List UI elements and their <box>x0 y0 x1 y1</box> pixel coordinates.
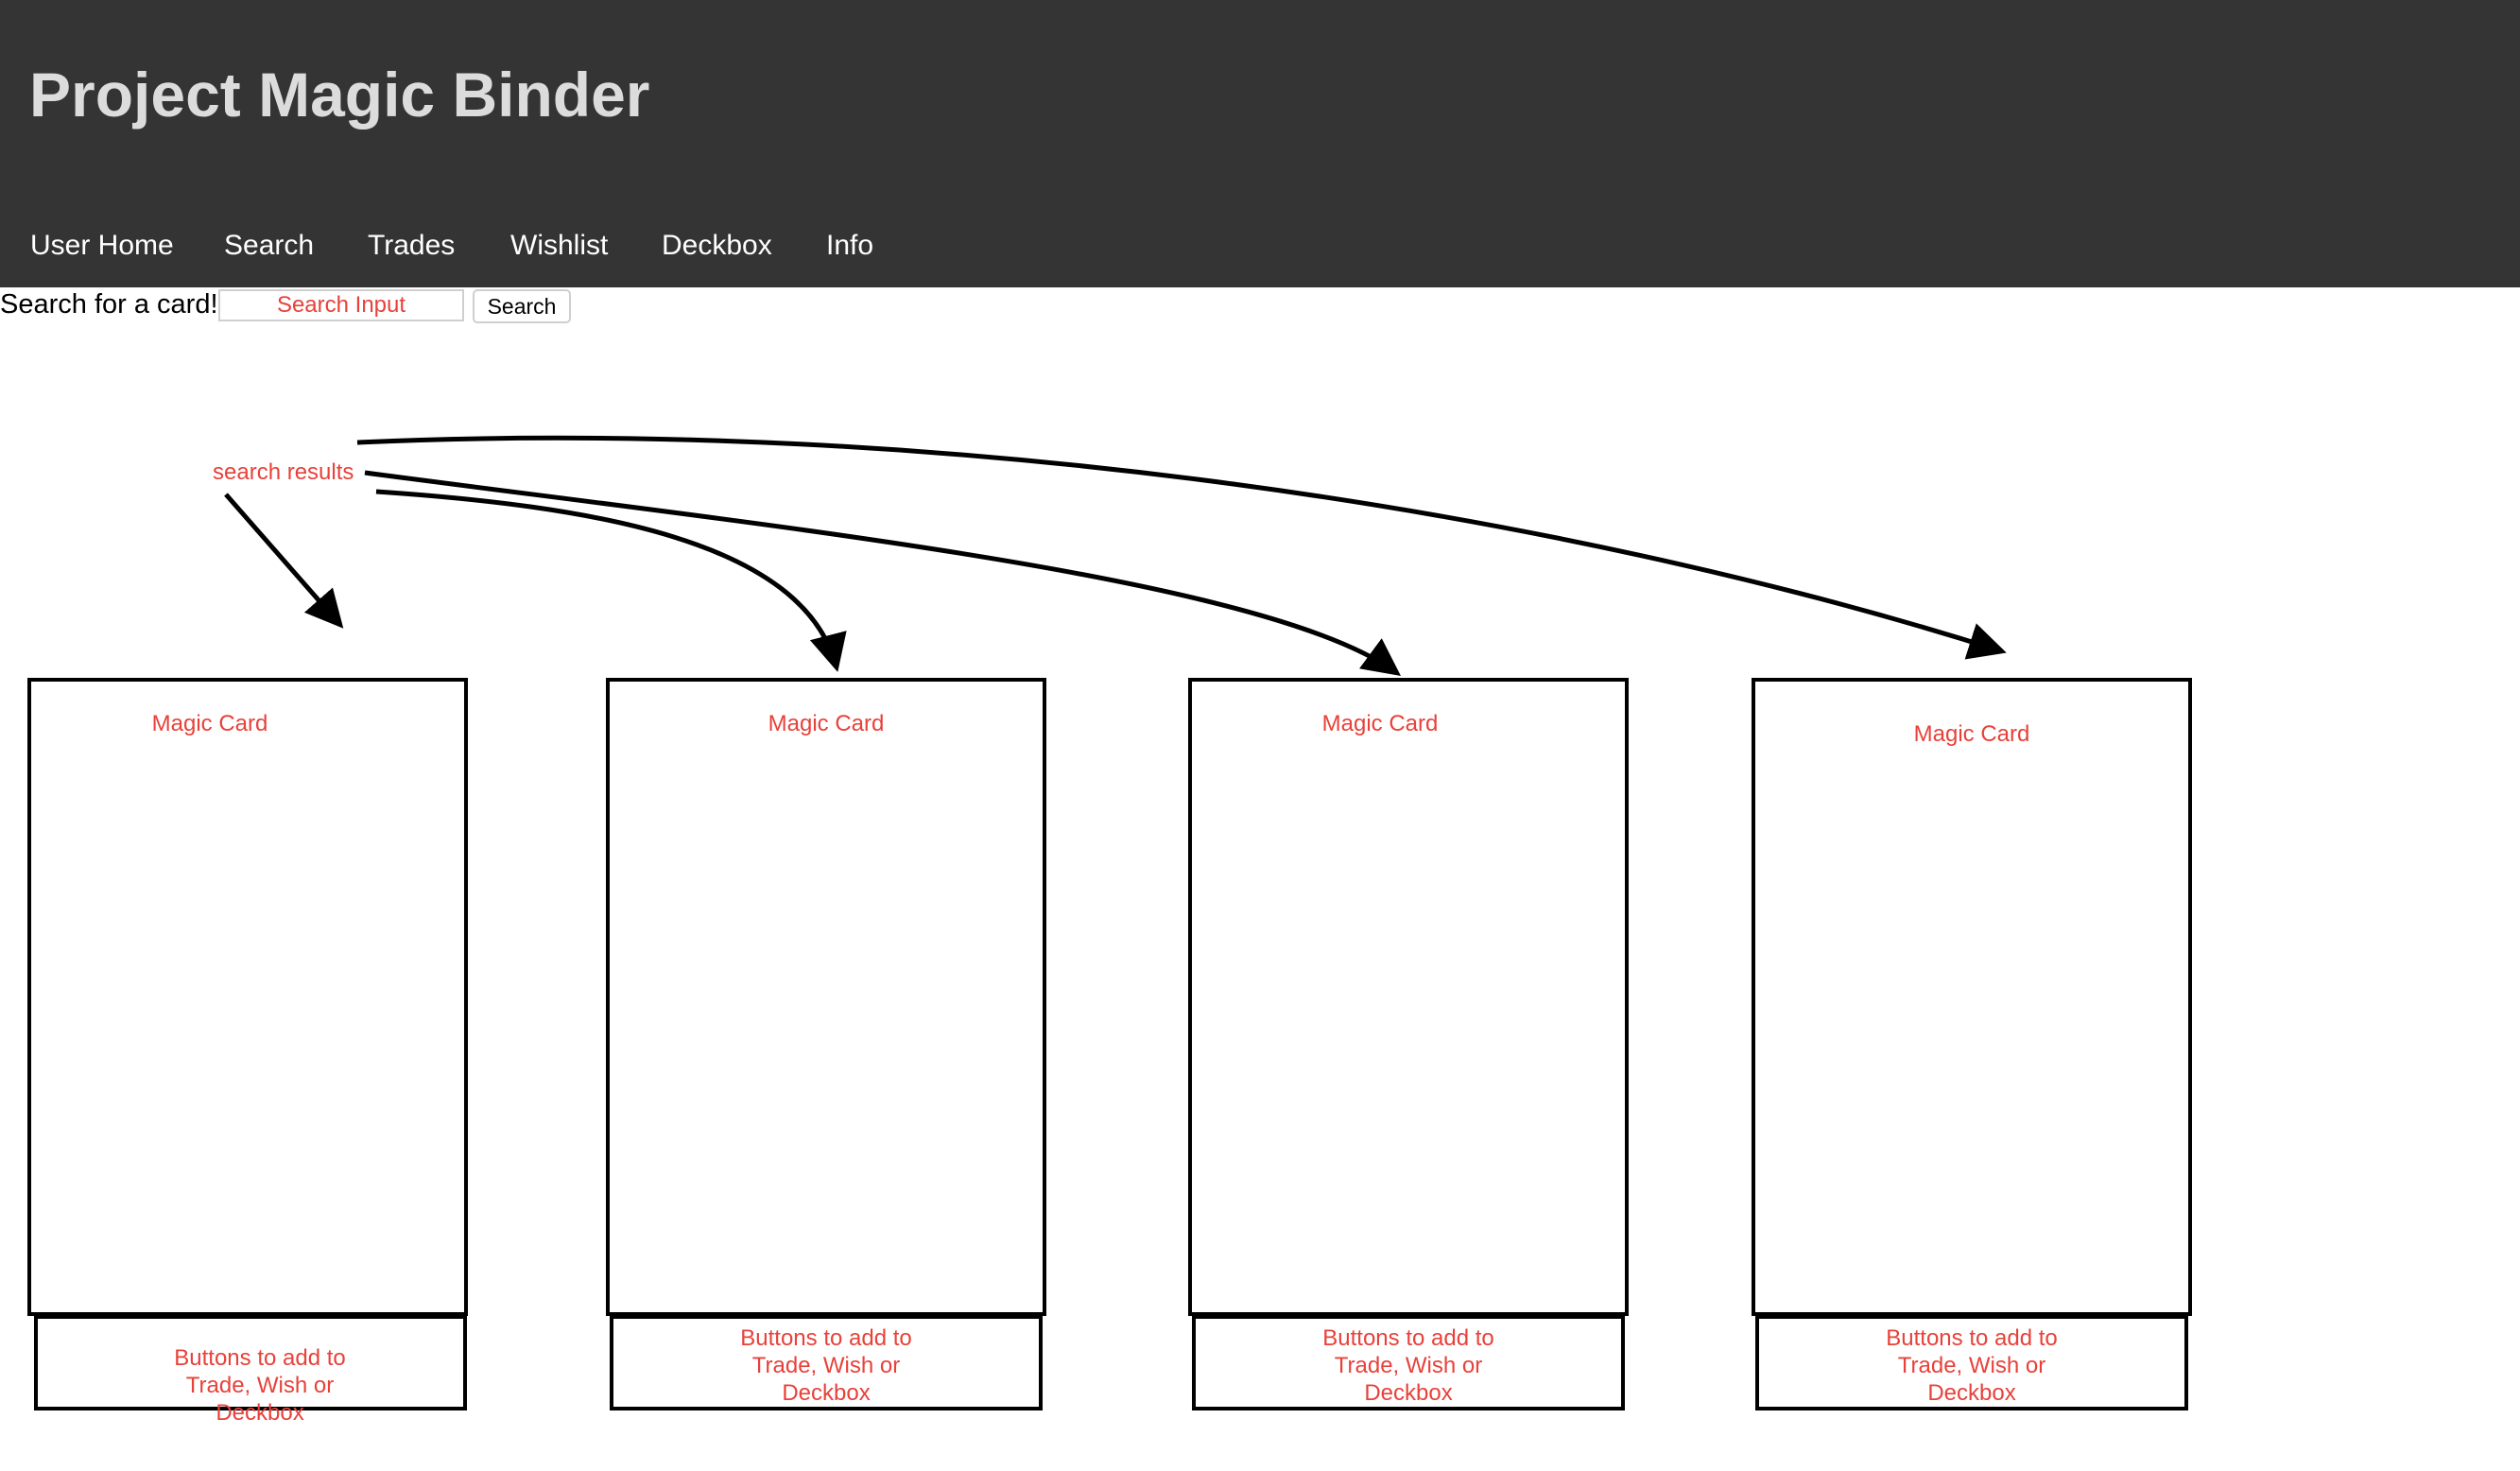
card-action-buttons-note: Buttons to add to Trade, Wish or Deckbox <box>740 1325 912 1406</box>
card-1-action-buttons[interactable]: Buttons to add to Trade, Wish or Deckbox <box>34 1315 467 1426</box>
nav-item-info[interactable]: Info <box>826 230 873 262</box>
card-4-action-buttons[interactable]: Buttons to add to Trade, Wish or Deckbox <box>1755 1315 2188 1410</box>
magic-card-label: Magic Card <box>768 711 885 736</box>
search-input[interactable] <box>218 289 464 321</box>
magic-card-2[interactable]: Magic Card <box>606 678 1046 1316</box>
magic-card-4[interactable]: Magic Card <box>1752 678 2192 1316</box>
wireframe-page: Project Magic Binder User Home Search Tr… <box>0 0 2520 1471</box>
arrow-to-card-3 <box>364 470 1402 676</box>
search-button[interactable]: Search <box>473 289 571 323</box>
arrow-to-card-4 <box>356 435 2007 660</box>
card-3-action-buttons[interactable]: Buttons to add to Trade, Wish or Deckbox <box>1192 1315 1625 1410</box>
magic-card-label: Magic Card <box>1913 721 2030 747</box>
search-prompt: Search for a card! <box>0 289 218 320</box>
magic-card-label: Magic Card <box>151 711 268 736</box>
card-action-buttons-note: Buttons to add to Trade, Wish or Deckbox <box>1886 1325 2058 1406</box>
nav-item-search[interactable]: Search <box>224 230 314 262</box>
site-header: Project Magic Binder User Home Search Tr… <box>0 0 2520 287</box>
card-action-buttons-note: Buttons to add to Trade, Wish or Deckbox <box>1322 1325 1494 1406</box>
arrow-to-card-1 <box>224 493 344 629</box>
nav-item-deckbox[interactable]: Deckbox <box>662 230 772 262</box>
nav-item-wishlist[interactable]: Wishlist <box>510 230 608 262</box>
card-action-buttons-note: Buttons to add to Trade, Wish or Deckbox <box>174 1345 346 1426</box>
search-results-annotation: search results <box>213 459 354 485</box>
magic-card-1[interactable]: Magic Card <box>27 678 468 1316</box>
site-title: Project Magic Binder <box>29 60 650 130</box>
magic-card-label: Magic Card <box>1321 711 1439 736</box>
arrow-to-card-2 <box>375 489 847 672</box>
card-2-action-buttons[interactable]: Buttons to add to Trade, Wish or Deckbox <box>610 1315 1043 1410</box>
nav-item-user-home[interactable]: User Home <box>30 230 174 262</box>
nav-item-trades[interactable]: Trades <box>368 230 455 262</box>
magic-card-3[interactable]: Magic Card <box>1188 678 1629 1316</box>
